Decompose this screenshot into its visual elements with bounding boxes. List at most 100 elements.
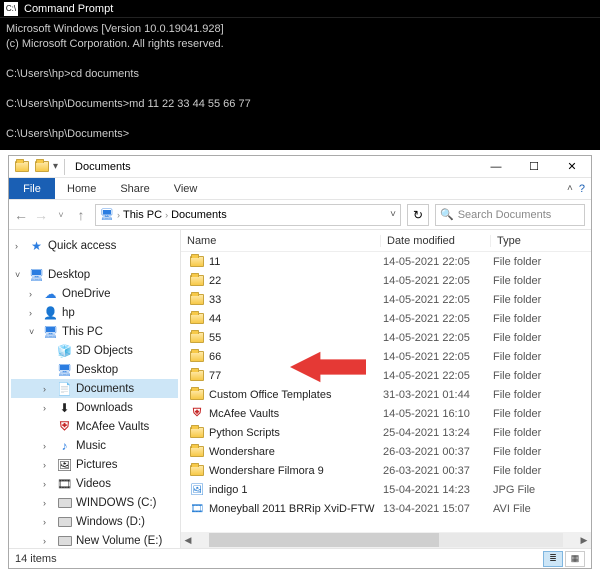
nav-label: Desktop [48, 269, 90, 281]
table-row[interactable]: 4414-05-2021 22:05File folder [181, 309, 591, 328]
scroll-thumb[interactable] [209, 533, 439, 547]
nav-this-pc[interactable]: ˅ 🖥 This PC [11, 322, 178, 341]
navigation-pane[interactable]: › ★ Quick access ˅ 🖥 Desktop › ☁ OneDriv… [9, 230, 181, 548]
nav-drive-d[interactable]: › Windows (D:) [11, 512, 178, 531]
column-name[interactable]: Name [181, 235, 381, 247]
search-placeholder: Search Documents [458, 209, 552, 221]
recent-locations-button[interactable]: ˅ [53, 210, 69, 220]
help-icon[interactable]: ? [579, 183, 585, 195]
collapse-ribbon-icon[interactable]: ˄ [567, 183, 573, 194]
file-type: File folder [493, 256, 591, 268]
table-row[interactable]: 3314-05-2021 22:05File folder [181, 290, 591, 309]
nav-label: McAfee Vaults [76, 421, 149, 433]
folder-open-icon[interactable] [33, 158, 51, 176]
file-type: File folder [493, 389, 591, 401]
file-name: Moneyball 2011 BRRip XviD-FTW [209, 503, 383, 515]
table-row[interactable]: 6614-05-2021 22:05File folder [181, 347, 591, 366]
nav-hp[interactable]: › 👤 hp [11, 303, 178, 322]
table-row[interactable]: 5514-05-2021 22:05File folder [181, 328, 591, 347]
file-explorer-window: ▾ Documents — ☐ ✕ File Home Share View ˄… [8, 155, 592, 569]
table-row[interactable]: 2214-05-2021 22:05File folder [181, 271, 591, 290]
breadcrumb-seg[interactable]: Documents [171, 209, 227, 221]
nav-documents[interactable]: › 📄 Documents [11, 379, 178, 398]
chevron-right-icon: › [43, 403, 53, 413]
content-pane: Name Date modified Type 1114-05-2021 22:… [181, 230, 591, 548]
breadcrumb-dropdown-icon[interactable]: ˅ [390, 209, 396, 220]
file-name: 22 [209, 275, 383, 287]
table-row[interactable]: ⛨McAfee Vaults14-05-2021 16:10File folde… [181, 404, 591, 423]
table-row[interactable]: Wondershare26-03-2021 00:37File folder [181, 442, 591, 461]
table-row[interactable]: Wondershare Filmora 926-03-2021 00:37Fil… [181, 461, 591, 480]
quick-access-toolbar: ▾ [13, 158, 69, 176]
nav-drive-e[interactable]: › New Volume (E:) [11, 531, 178, 548]
nav-onedrive[interactable]: › ☁ OneDrive [11, 284, 178, 303]
drive-icon [57, 514, 72, 529]
column-headers[interactable]: Name Date modified Type [181, 230, 591, 252]
horizontal-scrollbar[interactable]: ◀ ▶ [181, 532, 591, 548]
table-row[interactable]: 🖼indigo 115-04-2021 14:23JPG File [181, 480, 591, 499]
desktop-icon: 🖥 [57, 362, 72, 377]
file-type: File folder [493, 313, 591, 325]
nav-3d-objects[interactable]: 🧊 3D Objects [11, 341, 178, 360]
chevron-right-icon: › [43, 384, 53, 394]
nav-videos[interactable]: › 🎞 Videos [11, 474, 178, 493]
tab-share[interactable]: Share [108, 178, 161, 199]
view-details-button[interactable]: ≣ [543, 551, 563, 567]
pc-icon: 🖥 [43, 324, 58, 339]
folder-icon[interactable] [13, 158, 31, 176]
table-row[interactable]: 🎞Moneyball 2011 BRRip XviD-FTW13-04-2021… [181, 499, 591, 518]
file-icon [189, 425, 205, 441]
maximize-button[interactable]: ☐ [515, 156, 553, 178]
table-row[interactable]: 7714-05-2021 22:05File folder [181, 366, 591, 385]
desktop-icon: 🖥 [29, 267, 44, 282]
nav-quick-access[interactable]: › ★ Quick access [11, 236, 178, 255]
scroll-right-icon[interactable]: ▶ [577, 535, 591, 546]
command-prompt-titlebar[interactable]: C:\ Command Prompt [0, 0, 600, 18]
nav-label: Pictures [76, 459, 118, 471]
qat-dropdown-icon[interactable]: ▾ [53, 161, 58, 172]
file-name: 11 [209, 256, 383, 268]
file-list[interactable]: 1114-05-2021 22:05File folder2214-05-202… [181, 252, 591, 548]
file-date: 14-05-2021 22:05 [383, 256, 493, 268]
file-icon: 🖼 [189, 482, 205, 498]
refresh-button[interactable]: ↻ [407, 204, 429, 226]
minimize-button[interactable]: — [477, 156, 515, 178]
file-type: File folder [493, 275, 591, 287]
file-name: McAfee Vaults [209, 408, 383, 420]
file-date: 14-05-2021 16:10 [383, 408, 493, 420]
nav-pictures[interactable]: › 🖼 Pictures [11, 455, 178, 474]
back-button[interactable]: ← [13, 207, 29, 223]
table-row[interactable]: Python Scripts25-04-2021 13:24File folde… [181, 423, 591, 442]
view-large-icons-button[interactable]: ▦ [565, 551, 585, 567]
table-row[interactable]: Custom Office Templates31-03-2021 01:44F… [181, 385, 591, 404]
tab-home[interactable]: Home [55, 178, 108, 199]
breadcrumb-bar[interactable]: 🖥 › This PC › Documents ˅ [95, 204, 401, 226]
scroll-left-icon[interactable]: ◀ [181, 535, 195, 546]
forward-button[interactable]: → [33, 207, 49, 223]
nav-desktop[interactable]: ˅ 🖥 Desktop [11, 265, 178, 284]
command-prompt-output[interactable]: Microsoft Windows [Version 10.0.19041.92… [0, 18, 600, 150]
search-input[interactable]: 🔍 Search Documents [435, 204, 585, 226]
column-type[interactable]: Type [491, 235, 591, 247]
search-icon: 🔍 [440, 208, 454, 221]
file-type: File folder [493, 332, 591, 344]
up-button[interactable]: ↑ [73, 207, 89, 223]
nav-drive-c[interactable]: › WINDOWS (C:) [11, 493, 178, 512]
breadcrumb-seg[interactable]: This PC [123, 209, 162, 221]
nav-mcafee[interactable]: ⛨ McAfee Vaults [11, 417, 178, 436]
music-icon: ♪ [57, 438, 72, 453]
nav-label: WINDOWS (C:) [76, 497, 156, 509]
nav-downloads[interactable]: › ⬇ Downloads [11, 398, 178, 417]
file-date: 25-04-2021 13:24 [383, 427, 493, 439]
nav-music[interactable]: › ♪ Music [11, 436, 178, 455]
explorer-titlebar[interactable]: ▾ Documents — ☐ ✕ [9, 156, 591, 178]
nav-desktop-2[interactable]: 🖥 Desktop [11, 360, 178, 379]
column-date[interactable]: Date modified [381, 235, 491, 247]
file-tab[interactable]: File [9, 178, 55, 199]
table-row[interactable]: 1114-05-2021 22:05File folder [181, 252, 591, 271]
close-button[interactable]: ✕ [553, 156, 591, 178]
scroll-track[interactable] [209, 533, 563, 547]
tab-view[interactable]: View [162, 178, 210, 199]
download-icon: ⬇ [57, 400, 72, 415]
drive-icon [57, 533, 72, 548]
